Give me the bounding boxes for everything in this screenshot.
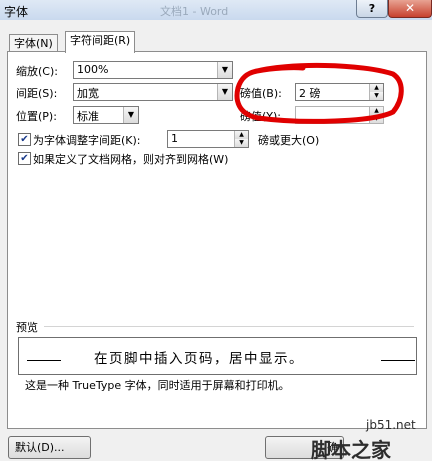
snap-grid-checkbox[interactable]: ✔ bbox=[18, 152, 31, 165]
preview-underline-left bbox=[27, 360, 61, 361]
snap-grid-label: 如果定义了文档网格，则对齐到网格(W) bbox=[33, 153, 229, 166]
preview-underline-right bbox=[381, 360, 415, 361]
preview-sample-text: 在页脚中插入页码，居中显示。 bbox=[94, 351, 304, 367]
preview-label: 预览 bbox=[16, 321, 38, 334]
scale-value: 100% bbox=[77, 63, 109, 76]
kerning-value: 1 bbox=[171, 132, 178, 145]
kerning-spinner[interactable]: 1 ▲ ▼ bbox=[167, 130, 249, 148]
spacing-value: 加宽 bbox=[77, 87, 99, 100]
default-button[interactable]: 默认(D)... bbox=[8, 436, 91, 459]
watermark-url: jb51.net bbox=[366, 418, 416, 432]
close-button[interactable]: ✕ bbox=[388, 0, 432, 18]
tab-font[interactable]: 字体(N) bbox=[9, 34, 58, 52]
background-window-title: 文档1 - Word bbox=[160, 5, 229, 18]
kerning-suffix: 磅或更大(O) bbox=[258, 134, 320, 147]
spacing-label: 间距(S): bbox=[16, 87, 58, 100]
font-dialog: 字体 文档1 - Word ? ✕ 字体(N) 字符间距(R) 缩放(C): 1… bbox=[0, 0, 432, 462]
chevron-down-icon[interactable]: ▼ bbox=[217, 84, 232, 100]
spacing-combo[interactable]: 加宽 ▼ bbox=[73, 83, 233, 101]
font-note: 这是一种 TrueType 字体，同时适用于屏幕和打印机。 bbox=[25, 379, 290, 392]
annotation-circle bbox=[234, 62, 404, 124]
dialog-title: 字体 bbox=[4, 5, 29, 19]
spin-up-icon[interactable]: ▲ bbox=[235, 131, 248, 139]
chevron-down-icon[interactable]: ▼ bbox=[123, 107, 138, 123]
scale-label: 缩放(C): bbox=[16, 65, 58, 78]
help-button[interactable]: ? bbox=[356, 0, 388, 18]
title-bar: 字体 文档1 - Word ? ✕ bbox=[0, 0, 432, 20]
chevron-down-icon[interactable]: ▼ bbox=[217, 62, 232, 78]
position-value: 标准 bbox=[77, 110, 99, 123]
spin-down-icon[interactable]: ▼ bbox=[235, 139, 248, 147]
position-label: 位置(P): bbox=[16, 110, 57, 123]
divider bbox=[44, 326, 414, 327]
kerning-checkbox[interactable]: ✔ bbox=[18, 133, 31, 146]
kerning-label: 为字体调整字间距(K): bbox=[33, 134, 141, 147]
preview-box: 在页脚中插入页码，居中显示。 bbox=[18, 337, 417, 375]
tab-character-spacing[interactable]: 字符间距(R) bbox=[65, 31, 136, 53]
watermark-logo: 脚本之家 bbox=[311, 438, 391, 462]
scale-combo[interactable]: 100% ▼ bbox=[73, 61, 233, 79]
position-combo[interactable]: 标准 ▼ bbox=[73, 106, 139, 124]
